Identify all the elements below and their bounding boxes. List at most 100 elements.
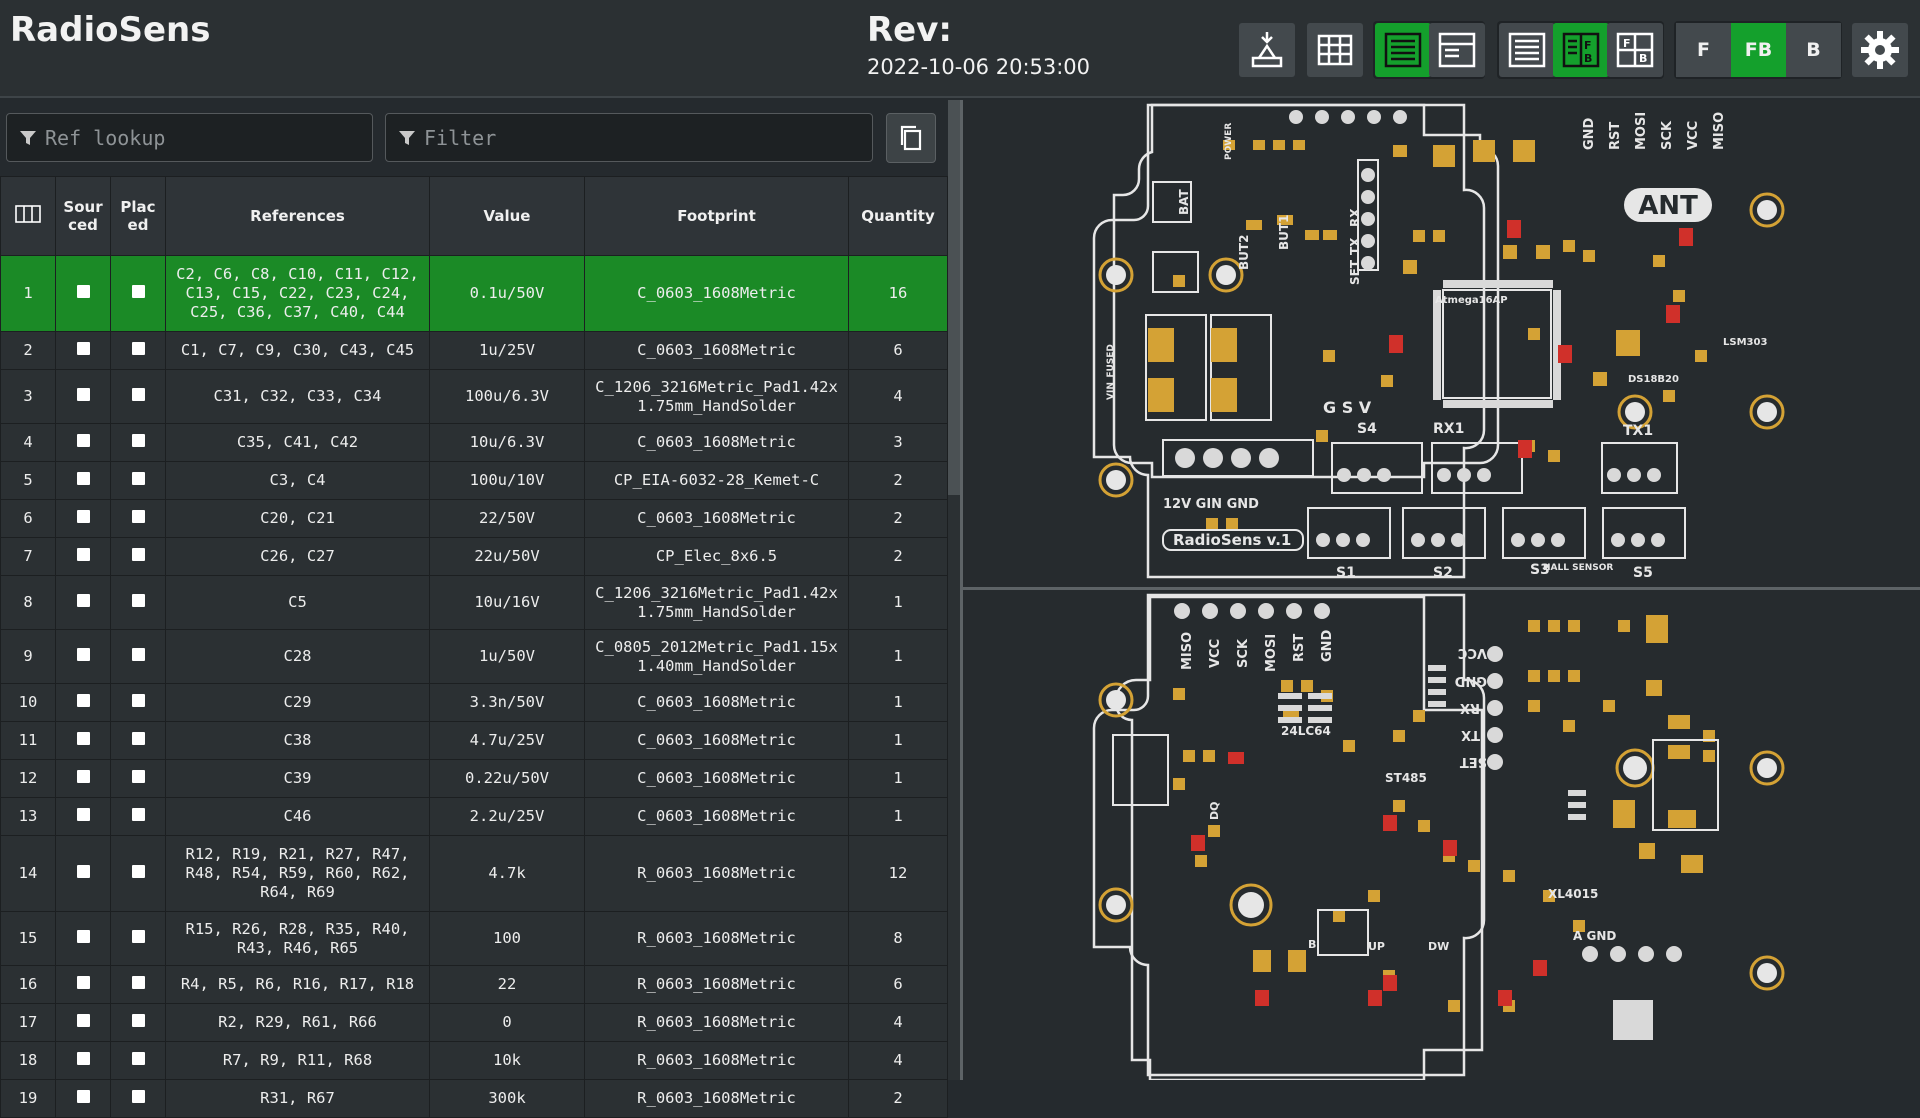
placed-checkbox[interactable] [131, 1090, 145, 1103]
filter-input[interactable] [424, 125, 804, 150]
svg-text:B: B [1584, 52, 1592, 65]
table-row[interactable]: 4 C35, C41, C42 10u/6.3V C_0603_1608Metric 3 [0, 423, 948, 462]
placed-checkbox[interactable] [131, 388, 145, 401]
table-row[interactable]: 16 R4, R5, R6, R16, R17, R18 22 R_0603_1608… [0, 965, 948, 1004]
table-row[interactable]: 3 C31, C32, C33, C34 100u/6.3V C_1206_3216M… [0, 369, 948, 424]
sourced-checkbox[interactable] [76, 648, 90, 661]
layout-left-right-button[interactable] [1429, 23, 1485, 77]
placed-checkbox[interactable] [131, 1014, 145, 1027]
footprint-cell: C_0603_1608Metric [584, 423, 849, 462]
placed-checkbox[interactable] [131, 342, 145, 355]
placed-checkbox[interactable] [131, 285, 145, 298]
table-row[interactable]: 8 C5 10u/16V C_1206_3216Metric_Pad1.42x1.75… [0, 575, 948, 630]
sck-back-label: SCK [1236, 638, 1251, 668]
placed-checkbox[interactable] [131, 976, 145, 989]
column-settings-header[interactable] [0, 176, 56, 256]
sourced-checkbox[interactable] [76, 732, 90, 745]
references-cell: R4, R5, R6, R16, R17, R18 [165, 965, 430, 1004]
table-row[interactable]: 5 C3, C4 100u/10V CP_EIA-6032-28_Kemet-C 2 [0, 461, 948, 500]
placed-checkbox[interactable] [131, 732, 145, 745]
sourced-checkbox[interactable] [76, 1014, 90, 1027]
placed-checkbox[interactable] [131, 808, 145, 821]
set-right-label: SET [1460, 754, 1487, 769]
filter-box[interactable] [385, 113, 873, 162]
table-row[interactable]: 15 R15, R26, R28, R35, R40, R43, R46, R65… [0, 911, 948, 966]
sourced-checkbox[interactable] [76, 1090, 90, 1103]
placed-checkbox[interactable] [131, 770, 145, 783]
dark-mode-button[interactable] [1239, 23, 1295, 77]
placed-checkbox[interactable] [131, 594, 145, 607]
layer-back-button[interactable]: B [1786, 23, 1841, 77]
row-number: 16 [0, 965, 56, 1004]
grid-button[interactable] [1307, 23, 1363, 77]
pcb-back-view[interactable]: MISO VCC SCK MOSI RST GND VCC GND RX TX … [963, 590, 1920, 1082]
sourced-checkbox[interactable] [76, 510, 90, 523]
sourced-checkbox[interactable] [76, 594, 90, 607]
sourced-cell [55, 499, 111, 538]
bom-split-button[interactable]: F B [1607, 23, 1663, 77]
bom-scrollbar-thumb[interactable] [948, 100, 960, 495]
ref-lookup-input[interactable] [45, 125, 328, 150]
table-row[interactable]: 9 C28 1u/50V C_0805_2012Metric_Pad1.15x1.40… [0, 629, 948, 684]
sourced-checkbox[interactable] [76, 865, 90, 878]
table-row[interactable]: 10 C29 3.3n/50V C_0603_1608Metric 1 [0, 683, 948, 722]
sourced-checkbox[interactable] [76, 548, 90, 561]
bom-front-back-button[interactable]: F B [1553, 23, 1609, 77]
layer-front-button[interactable]: F [1676, 23, 1731, 77]
table-row[interactable]: 6 C20, C21 22/50V C_0603_1608Metric 2 [0, 499, 948, 538]
columns-icon [15, 205, 41, 223]
table-row[interactable]: 11 C38 4.7u/25V C_0603_1608Metric 1 [0, 721, 948, 760]
sourced-checkbox[interactable] [76, 808, 90, 821]
table-row[interactable]: 12 C39 0.22u/50V C_0603_1608Metric 1 [0, 759, 948, 798]
up-label: UP [1368, 940, 1385, 953]
quantity-header[interactable]: Quantity [848, 176, 948, 256]
bom-panel: Sour ced Plac ed References Value Footpr… [0, 100, 948, 1118]
pcb-front-view[interactable]: ANT RadioSens v.1 12V GIN GND S1 S2 S3 S… [963, 100, 1920, 587]
placed-checkbox[interactable] [131, 510, 145, 523]
grid-icon [1317, 34, 1353, 66]
placed-checkbox[interactable] [131, 865, 145, 878]
sourced-checkbox[interactable] [76, 770, 90, 783]
sourced-checkbox[interactable] [76, 388, 90, 401]
placed-checkbox[interactable] [131, 1052, 145, 1065]
value-header[interactable]: Value [429, 176, 585, 256]
placed-checkbox[interactable] [131, 548, 145, 561]
placed-checkbox[interactable] [131, 694, 145, 707]
ref-lookup-box[interactable] [6, 113, 373, 162]
table-row[interactable]: 7 C26, C27 22u/50V CP_Elec_8x6.5 2 [0, 537, 948, 576]
sourced-checkbox[interactable] [76, 434, 90, 447]
mosi-pin-label: MOSI [1634, 112, 1649, 150]
placed-checkbox[interactable] [131, 472, 145, 485]
references-header[interactable]: References [165, 176, 430, 256]
table-row[interactable]: 18 R7, R9, R11, R68 10k R_0603_1608Metric 4 [0, 1041, 948, 1080]
sourced-checkbox[interactable] [76, 285, 90, 298]
quantity-cell: 8 [848, 911, 948, 966]
sourced-checkbox[interactable] [76, 472, 90, 485]
footprint-header[interactable]: Footprint [584, 176, 849, 256]
table-row[interactable]: 1 C2, C6, C8, C10, C11, C12, C13, C15, C2… [0, 255, 948, 332]
placed-checkbox[interactable] [131, 648, 145, 661]
settings-button[interactable] [1852, 23, 1908, 77]
sourced-checkbox[interactable] [76, 342, 90, 355]
layout-bom-only-button[interactable] [1375, 23, 1431, 77]
bom-list-button[interactable] [1499, 23, 1555, 77]
copy-button[interactable] [886, 113, 936, 163]
sourced-checkbox[interactable] [76, 976, 90, 989]
table-row[interactable]: 14 R12, R19, R21, R27, R47, R48, R54, R59… [0, 835, 948, 912]
table-row[interactable]: 2 C1, C7, C9, C30, C43, C45 1u/25V C_0603_1… [0, 331, 948, 370]
sourced-checkbox[interactable] [76, 694, 90, 707]
top-bar: RadioSens Rev: 2022-10-06 20:53:00 F B F… [0, 0, 1920, 98]
footprint-cell: R_0603_1608Metric [584, 911, 849, 966]
placed-checkbox[interactable] [131, 434, 145, 447]
sourced-header[interactable]: Sour ced [55, 176, 111, 256]
row-number: 11 [0, 721, 56, 760]
placed-checkbox[interactable] [131, 930, 145, 943]
sourced-checkbox[interactable] [76, 1052, 90, 1065]
table-row[interactable]: 17 R2, R29, R61, R66 0 R_0603_1608Metric 4 [0, 1003, 948, 1042]
sourced-checkbox[interactable] [76, 930, 90, 943]
table-row[interactable]: 19 R31, R67 300k R_0603_1608Metric 2 [0, 1079, 948, 1118]
sourced-cell [55, 1041, 111, 1080]
layer-front-back-button[interactable]: FB [1731, 23, 1786, 77]
table-row[interactable]: 13 C46 2.2u/25V C_0603_1608Metric 1 [0, 797, 948, 836]
placed-header[interactable]: Plac ed [110, 176, 166, 256]
